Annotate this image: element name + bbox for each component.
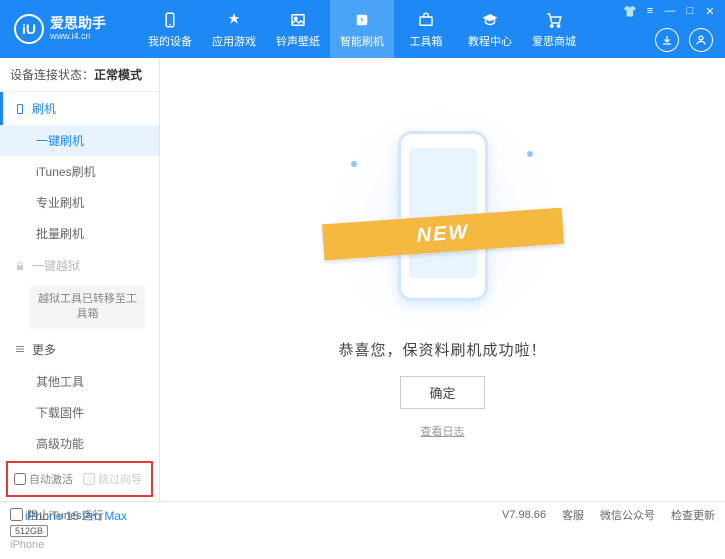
sidebar-item-itunes-flash[interactable]: iTunes刷机 [0, 156, 159, 187]
phone-icon [160, 10, 180, 30]
footer-link-wechat[interactable]: 微信公众号 [600, 507, 655, 523]
sidebar-section-jailbreak: 一键越狱 [0, 249, 159, 282]
nav-toolbox[interactable]: 工具箱 [394, 0, 458, 58]
download-button[interactable] [655, 28, 679, 52]
toolbox-icon [416, 10, 436, 30]
nav-label: 我的设备 [148, 33, 192, 49]
new-banner: NEW [322, 207, 564, 260]
logo: iU 爱思助手 www.i4.cn [8, 14, 138, 44]
grad-cap-icon [480, 10, 500, 30]
ok-button[interactable]: 确定 [400, 376, 484, 409]
logo-title: 爱思助手 [50, 16, 106, 31]
sidebar-item-batch-flash[interactable]: 批量刷机 [0, 218, 159, 249]
sidebar-section-more[interactable]: 更多 [0, 333, 159, 366]
nav-apps[interactable]: 应用游戏 [202, 0, 266, 58]
maximize-icon[interactable]: □ [683, 4, 697, 18]
main-nav: 我的设备 应用游戏 铃声壁纸 智能刷机 工具箱 教程中心 爱思商城 [138, 0, 586, 58]
sidebar-item-pro-flash[interactable]: 专业刷机 [0, 187, 159, 218]
success-illustration: NEW [343, 121, 543, 321]
nav-label: 工具箱 [410, 33, 443, 49]
nav-label: 智能刷机 [340, 33, 384, 49]
main-content: NEW 恭喜您，保资料刷机成功啦！ 确定 查看日志 [160, 58, 725, 501]
window-controls: 👕 ≡ — □ ✕ [623, 4, 717, 18]
block-itunes-checkbox[interactable]: 阻止iTunes运行 [10, 507, 104, 523]
minimize-icon[interactable]: — [663, 4, 677, 18]
nav-my-device[interactable]: 我的设备 [138, 0, 202, 58]
footer-link-support[interactable]: 客服 [562, 507, 584, 523]
jailbreak-note: 越狱工具已转移至工具箱 [30, 286, 145, 329]
flash-icon [352, 10, 372, 30]
sidebar-item-advanced[interactable]: 高级功能 [0, 428, 159, 459]
sidebar-item-other-tools[interactable]: 其他工具 [0, 366, 159, 397]
skin-icon[interactable]: 👕 [623, 4, 637, 18]
logo-subtitle: www.i4.cn [50, 32, 106, 42]
success-message: 恭喜您，保资料刷机成功啦！ [338, 339, 546, 360]
nav-label: 爱思商城 [532, 33, 576, 49]
options-row: 自动激活 跳过向导 [6, 461, 153, 497]
sidebar-item-download-firmware[interactable]: 下载固件 [0, 397, 159, 428]
nav-ringtones[interactable]: 铃声壁纸 [266, 0, 330, 58]
version-label: V7.98.66 [502, 509, 546, 521]
nav-tutorials[interactable]: 教程中心 [458, 0, 522, 58]
apps-icon [224, 10, 244, 30]
auto-activate-checkbox[interactable]: 自动激活 [14, 471, 73, 487]
view-log-link[interactable]: 查看日志 [421, 423, 465, 439]
footer-link-update[interactable]: 检查更新 [671, 507, 715, 523]
device-status: 设备连接状态：正常模式 [0, 58, 159, 92]
sidebar-item-onekey-flash[interactable]: 一键刷机 [0, 125, 159, 156]
logo-icon: iU [14, 14, 44, 44]
cart-icon [544, 10, 564, 30]
header-actions [655, 28, 713, 52]
sidebar-section-flash[interactable]: 刷机 [0, 92, 159, 125]
menu-icon[interactable]: ≡ [643, 4, 657, 18]
nav-label: 教程中心 [468, 33, 512, 49]
app-header: iU 爱思助手 www.i4.cn 我的设备 应用游戏 铃声壁纸 智能刷机 工具… [0, 0, 725, 58]
nav-label: 应用游戏 [212, 33, 256, 49]
skip-guide-checkbox[interactable]: 跳过向导 [83, 471, 142, 487]
image-icon [288, 10, 308, 30]
nav-store[interactable]: 爱思商城 [522, 0, 586, 58]
nav-flash[interactable]: 智能刷机 [330, 0, 394, 58]
sidebar: 设备连接状态：正常模式 刷机 一键刷机 iTunes刷机 专业刷机 批量刷机 一… [0, 58, 160, 501]
close-icon[interactable]: ✕ [703, 4, 717, 18]
nav-label: 铃声壁纸 [276, 33, 320, 49]
user-button[interactable] [689, 28, 713, 52]
device-type: iPhone [10, 539, 149, 551]
